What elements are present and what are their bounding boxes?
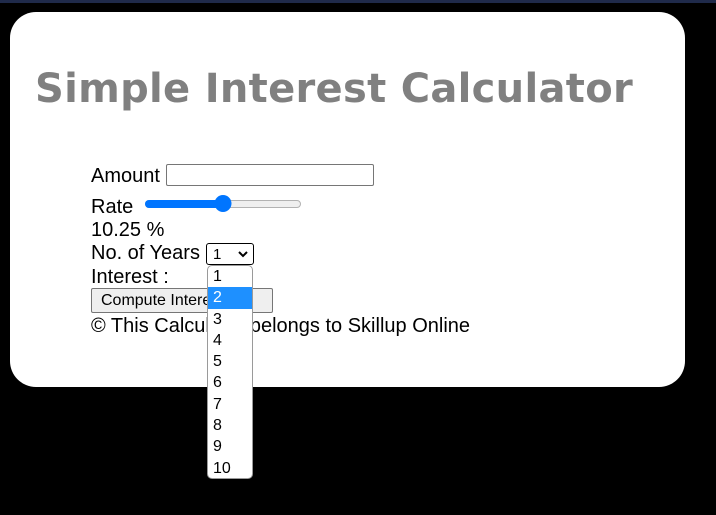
amount-label: Amount [91,165,160,187]
years-label: No. of Years [91,242,200,264]
years-selected-value: 1 [213,246,222,263]
interest-label: Interest : [91,266,169,288]
page-title: Simple Interest Calculator [35,66,633,112]
rate-slider-thumb[interactable] [214,195,232,212]
years-option[interactable]: 2 [208,287,252,309]
years-option[interactable]: 8 [208,415,252,436]
chevron-down-icon [238,251,248,258]
years-option[interactable]: 1 [208,266,252,287]
years-option[interactable]: 6 [208,372,252,393]
years-select[interactable]: 1 [206,243,254,265]
footer-text: © This Calculator belongs to Skillup Onl… [91,315,471,337]
years-option[interactable]: 9 [208,436,252,457]
rate-label: Rate [91,196,134,218]
amount-input[interactable] [166,164,374,186]
years-dropdown-list[interactable]: 1 2 3 4 5 6 7 8 9 10 [207,265,253,479]
window-top-bar [0,0,716,3]
years-option[interactable]: 10 [208,458,252,478]
years-option[interactable]: 7 [208,394,252,415]
rate-value: 10.25 % [91,219,165,241]
years-option[interactable]: 5 [208,351,252,372]
years-option[interactable]: 4 [208,330,252,351]
years-option[interactable]: 3 [208,309,252,330]
rate-slider-fill [145,200,223,208]
